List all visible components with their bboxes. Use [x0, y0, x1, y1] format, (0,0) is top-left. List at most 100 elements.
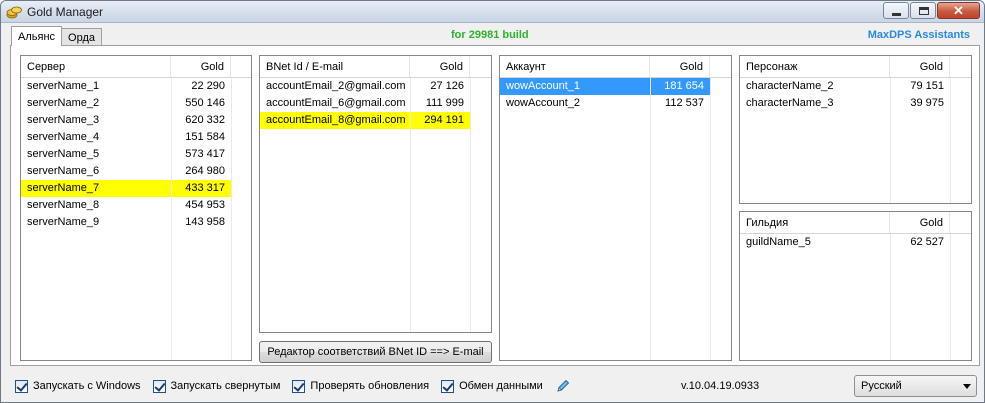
server-row[interactable]: serverName_6 264 980	[21, 163, 251, 180]
server-row-highlighted[interactable]: serverName_7 433 317	[21, 180, 251, 197]
column-divider	[171, 78, 172, 360]
header-filler	[231, 56, 251, 77]
bnet-email-editor-button[interactable]: Редактор соответствий BNet ID ==> E-mail	[259, 341, 492, 363]
option-data-exchange[interactable]: Обмен данными	[441, 379, 543, 393]
account-gold: 112 537	[665, 97, 704, 109]
column-divider	[890, 234, 891, 360]
column-divider	[470, 78, 471, 332]
window-controls: ✕	[882, 2, 980, 19]
server-name: serverName_6	[27, 165, 100, 177]
bnet-col-name-header[interactable]: BNet Id / E-mail	[260, 56, 410, 77]
server-name: serverName_1	[27, 80, 100, 92]
server-name: serverName_5	[27, 148, 100, 160]
option-label: Запускать свернутым	[170, 380, 281, 392]
servers-grid-header: Сервер Gold	[21, 56, 251, 78]
server-gold: 620 332	[185, 114, 225, 126]
faction-tabs: Альянс Орда	[11, 26, 102, 46]
bnet-gold: 294 191	[410, 112, 470, 129]
character-name: characterName_2	[746, 80, 834, 92]
accounts-col-gold-header[interactable]: Gold	[650, 56, 710, 77]
checkbox-checked-icon[interactable]	[152, 379, 166, 393]
option-check-updates[interactable]: Проверять обновления	[292, 379, 429, 393]
header-filler	[710, 56, 731, 77]
header-filler	[470, 56, 491, 77]
title-bar[interactable]: Gold Manager ✕	[1, 1, 984, 23]
dropdown-arrow-icon	[963, 384, 971, 389]
character-row[interactable]: characterName_2 79 151	[740, 78, 971, 95]
language-select[interactable]: Русский	[854, 375, 977, 397]
bnet-row[interactable]: accountEmail_2@gmail.com 27 126	[260, 78, 491, 95]
options-bar: Запускать с Windows Запускать свернутым …	[15, 376, 571, 396]
server-row[interactable]: serverName_3 620 332	[21, 112, 251, 129]
characters-grid[interactable]: Персонаж Gold characterName_2 79 151 char…	[739, 55, 972, 204]
server-row[interactable]: serverName_8 454 953	[21, 197, 251, 214]
accounts-col-name-header[interactable]: Аккаунт	[500, 56, 650, 77]
checkbox-checked-icon[interactable]	[15, 379, 28, 393]
bnet-grid-header: BNet Id / E-mail Gold	[260, 56, 491, 78]
servers-col-gold-header[interactable]: Gold	[171, 56, 231, 77]
server-gold: 264 980	[185, 165, 225, 177]
minimize-icon	[892, 13, 901, 16]
account-name: wowAccount_1	[500, 78, 650, 95]
close-button[interactable]: ✕	[937, 2, 980, 19]
character-gold: 39 975	[910, 97, 944, 109]
bnet-gold: 27 126	[430, 80, 464, 92]
maximize-button[interactable]	[910, 2, 936, 19]
account-row-selected[interactable]: wowAccount_1 181 654	[500, 78, 731, 95]
option-start-minimized[interactable]: Запускать свернутым	[152, 379, 281, 393]
edit-pencil-icon[interactable]	[555, 378, 571, 394]
account-gold: 181 654	[650, 78, 710, 95]
header-filler	[950, 56, 971, 77]
bnet-row-highlighted[interactable]: accountEmail_8@gmail.com 294 191	[260, 112, 491, 129]
server-row[interactable]: serverName_9 143 958	[21, 214, 251, 231]
build-label: for 29981 build	[451, 29, 529, 41]
maximize-icon	[919, 7, 929, 15]
server-row[interactable]: serverName_4 151 584	[21, 129, 251, 146]
server-row[interactable]: serverName_1 22 290	[21, 78, 251, 95]
characters-rows: characterName_2 79 151 characterName_3 39 …	[740, 78, 971, 112]
bnet-row[interactable]: accountEmail_6@gmail.com 111 999	[260, 95, 491, 112]
guild-row[interactable]: guildName_5 62 527	[740, 234, 971, 251]
guilds-col-name-header[interactable]: Гильдия	[740, 212, 890, 233]
characters-col-name-header[interactable]: Персонаж	[740, 56, 890, 77]
account-row[interactable]: wowAccount_2 112 537	[500, 95, 731, 112]
characters-grid-header: Персонаж Gold	[740, 56, 971, 78]
server-gold: 550 146	[185, 97, 225, 109]
server-gold: 454 953	[185, 199, 225, 211]
bnet-email: accountEmail_2@gmail.com	[266, 80, 406, 92]
guilds-col-gold-header[interactable]: Gold	[890, 212, 950, 233]
guilds-rows: guildName_5 62 527	[740, 234, 971, 251]
server-row[interactable]: serverName_5 573 417	[21, 146, 251, 163]
column-divider	[950, 234, 951, 360]
server-name: serverName_2	[27, 97, 100, 109]
server-row[interactable]: serverName_2 550 146	[21, 95, 251, 112]
accounts-grid[interactable]: Аккаунт Gold wowAccount_1 181 654 wowAcco…	[499, 55, 732, 361]
app-window: Gold Manager ✕ Альянс Орда for 29981 bui…	[0, 0, 985, 403]
bnet-grid[interactable]: BNet Id / E-mail Gold accountEmail_2@gma…	[259, 55, 492, 333]
close-icon: ✕	[953, 3, 964, 18]
minimize-button[interactable]	[883, 2, 909, 19]
guilds-grid[interactable]: Гильдия Gold guildName_5 62 527	[739, 211, 972, 361]
gold-coins-icon	[6, 6, 22, 19]
servers-rows: serverName_1 22 290 serverName_2 550 146 s…	[21, 78, 251, 231]
bnet-col-gold-header[interactable]: Gold	[410, 56, 470, 77]
bnet-email: accountEmail_6@gmail.com	[266, 97, 406, 109]
bnet-email: accountEmail_8@gmail.com	[260, 112, 410, 129]
checkbox-checked-icon[interactable]	[441, 379, 455, 393]
server-name: serverName_8	[27, 199, 100, 211]
servers-col-name-header[interactable]: Сервер	[21, 56, 171, 77]
character-row[interactable]: characterName_3 39 975	[740, 95, 971, 112]
guild-gold: 62 527	[910, 236, 944, 248]
guild-name: guildName_5	[746, 236, 811, 248]
option-start-with-windows[interactable]: Запускать с Windows	[15, 379, 141, 393]
server-gold: 151 584	[185, 131, 225, 143]
checkbox-checked-icon[interactable]	[292, 379, 306, 393]
characters-col-gold-header[interactable]: Gold	[890, 56, 950, 77]
language-select-value: Русский	[861, 380, 902, 392]
server-name: serverName_9	[27, 216, 100, 228]
character-gold: 79 151	[910, 80, 944, 92]
tab-alliance[interactable]: Альянс	[11, 26, 63, 46]
servers-grid[interactable]: Сервер Gold serverName_1 22 290 serverNam…	[20, 55, 252, 361]
tab-horde[interactable]: Орда	[61, 28, 102, 46]
account-name: wowAccount_2	[506, 97, 580, 109]
